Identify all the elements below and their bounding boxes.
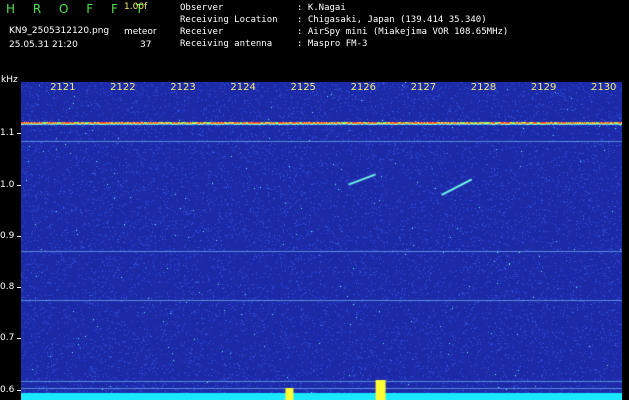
x-tick-label: 2129: [530, 82, 557, 93]
info-value: : K.Nagai: [297, 3, 346, 13]
capture-datetime: 25.05.31 21:20: [9, 40, 78, 50]
x-tick-label: 2130: [590, 82, 617, 93]
info-label: Receiving antenna: [180, 39, 273, 49]
spectrogram-canvas: [21, 82, 622, 400]
x-tick-label: 2121: [50, 82, 76, 93]
y-tick-mark: [17, 390, 21, 391]
x-tick-label: 2128: [470, 82, 497, 93]
y-axis-unit: kHz: [1, 75, 18, 85]
y-tick-mark: [17, 338, 21, 339]
meteor-count: 37: [140, 40, 152, 50]
y-tick-mark: [17, 236, 21, 237]
x-tick-label: 2124: [230, 82, 256, 93]
info-label: Receiving Location: [180, 15, 278, 25]
x-tick-label: 2123: [170, 82, 196, 93]
info-value: : Chigasaki, Japan (139.414 35.340): [297, 15, 487, 25]
y-tick-mark: [17, 287, 21, 288]
info-label: Observer: [180, 3, 224, 13]
app-version: 1.00f: [124, 2, 148, 12]
file-name: KN9_2505312120.png: [9, 26, 110, 36]
x-tick-label: 2122: [110, 82, 136, 93]
y-tick-mark: [17, 133, 21, 134]
info-label: Receiver: [180, 27, 224, 37]
info-value: : AirSpy mini (Miakejima VOR 108.65MHz): [297, 27, 509, 37]
meteor-label: meteor: [124, 27, 157, 37]
x-tick-label: 2127: [410, 82, 437, 93]
y-tick-mark: [17, 185, 21, 186]
info-value: : Maspro FM-3: [297, 39, 368, 49]
x-tick-label: 2125: [290, 82, 316, 93]
spectrogram-plot: [21, 82, 622, 400]
x-tick-label: 2126: [350, 82, 377, 93]
